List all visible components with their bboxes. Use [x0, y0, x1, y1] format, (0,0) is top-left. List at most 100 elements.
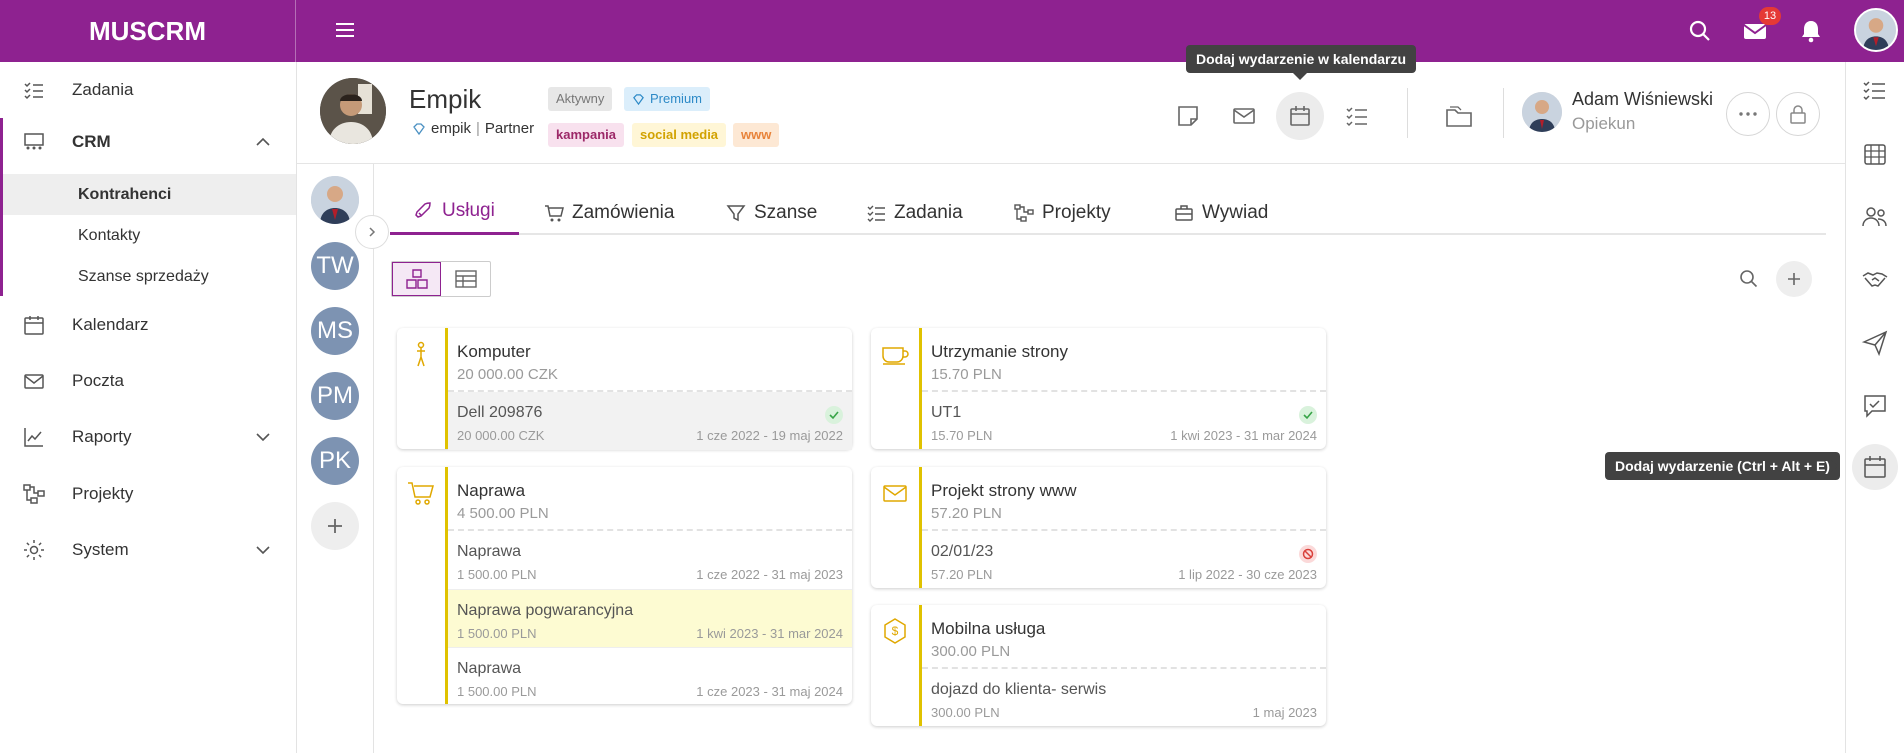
status-badge: Aktywny	[548, 87, 613, 111]
project-tree-icon	[1014, 203, 1034, 222]
search-icon[interactable]	[1738, 268, 1760, 290]
tag-badge[interactable]: www	[733, 123, 780, 147]
sidebar-item-poczta[interactable]: Poczta	[0, 357, 296, 405]
people-icon[interactable]	[1861, 203, 1889, 231]
building-icon[interactable]	[1861, 140, 1889, 168]
item-dates: 1 kwi 2023 - 31 mar 2024	[696, 626, 843, 641]
chevron-down-icon[interactable]	[254, 428, 272, 446]
item-name: dojazd do klienta- serwis	[931, 681, 1107, 698]
documents-button[interactable]	[1435, 92, 1483, 140]
contact-avatar[interactable]: PM	[311, 372, 359, 420]
sidebar-subitem-kontrahenci[interactable]: Kontrahenci	[3, 174, 296, 215]
company-short-name: empik	[431, 120, 472, 137]
chevron-up-icon[interactable]	[254, 133, 272, 151]
tier-badge: Premium	[624, 87, 711, 111]
tooltip: Dodaj wydarzenie w kalendarzu	[1186, 45, 1417, 73]
app-logo[interactable]: MUSCRM	[0, 0, 296, 62]
sidebar-item-projekty[interactable]: Projekty	[0, 470, 296, 518]
service-card[interactable]: Komputer 20 000.00 CZK Dell 209876 20 00…	[397, 328, 852, 450]
top-bar: MUSCRM 13	[0, 0, 1904, 62]
service-title: Projekt strony www	[931, 481, 1077, 500]
item-price: 1 500.00 PLN	[457, 567, 537, 582]
menu-icon[interactable]	[333, 18, 357, 42]
note-button[interactable]	[1164, 92, 1212, 140]
table-view-button[interactable]	[441, 262, 490, 296]
gear-icon	[24, 540, 44, 560]
tab-uslugi[interactable]: Usługi	[390, 190, 519, 235]
service-card[interactable]: Projekt strony www 57.20 PLN 02/01/23 57…	[871, 467, 1326, 588]
lock-button[interactable]	[1776, 92, 1820, 136]
item-name: Dell 209876	[457, 404, 543, 421]
sidebar-item-system[interactable]: System	[0, 526, 296, 574]
sidebar-item-label: Raporty	[72, 427, 132, 446]
add-calendar-event-button[interactable]	[1276, 92, 1324, 140]
service-item[interactable]: Naprawa 1 500.00 PLN 1 cze 2022 - 31 maj…	[448, 531, 852, 589]
add-service-button[interactable]	[1776, 261, 1812, 297]
checklist-icon[interactable]	[1861, 77, 1889, 105]
add-contact-button[interactable]	[311, 502, 359, 550]
send-email-button[interactable]	[1220, 92, 1268, 140]
contact-avatar[interactable]: MS	[311, 307, 359, 355]
checklist-icon	[867, 205, 885, 222]
contacts-column: TW MS PM PK	[297, 164, 374, 753]
service-item[interactable]: Dell 209876 20 000.00 CZK 1 cze 2022 - 1…	[448, 392, 852, 450]
sidebar-item-label: Zadania	[72, 80, 134, 99]
diamond-icon	[633, 93, 644, 105]
add-task-button[interactable]	[1333, 92, 1381, 140]
search-icon[interactable]	[1686, 17, 1714, 45]
service-item[interactable]: 02/01/23 57.20 PLN 1 lip 2022 - 30 cze 2…	[922, 531, 1326, 589]
tiles-view-button[interactable]	[392, 262, 442, 296]
tab-projekty[interactable]: Projekty	[990, 190, 1135, 235]
service-title: Naprawa	[457, 481, 526, 500]
svg-text:$: $	[892, 624, 899, 638]
service-item[interactable]: Naprawa 1 500.00 PLN 1 cze 2023 - 31 maj…	[448, 647, 852, 705]
service-item[interactable]: Naprawa pogwarancyjna 1 500.00 PLN 1 kwi…	[448, 589, 852, 647]
view-toggle	[391, 261, 491, 297]
sidebar-item-crm[interactable]: CRM	[0, 118, 296, 166]
service-card[interactable]: Naprawa 4 500.00 PLN Naprawa 1 500.00 PL…	[397, 467, 852, 704]
tab-bar: Usługi Zamówienia Szanse Zadania Projekt…	[390, 190, 1826, 235]
company-name: Empik	[409, 84, 482, 114]
service-price: 15.70 PLN	[931, 366, 1002, 383]
cart-icon	[408, 482, 434, 505]
sidebar-item-raporty[interactable]: Raporty	[0, 413, 296, 461]
project-tree-icon	[23, 484, 45, 504]
tooltip-arrow	[1293, 73, 1307, 80]
item-dates: 1 kwi 2023 - 31 mar 2024	[1170, 428, 1317, 443]
company-avatar	[320, 78, 386, 144]
contact-avatar[interactable]: PK	[311, 437, 359, 485]
contact-avatar[interactable]	[311, 176, 359, 224]
item-price: 20 000.00 CZK	[457, 428, 545, 443]
tag-badge[interactable]: kampania	[548, 123, 624, 147]
sidebar-item-kalendarz[interactable]: Kalendarz	[0, 301, 296, 349]
service-card[interactable]: $ Mobilna usługa 300.00 PLN dojazd do kl…	[871, 605, 1326, 726]
sidebar-item-label: CRM	[72, 132, 111, 151]
sidebar-item-zadania[interactable]: Zadania	[0, 66, 296, 114]
bell-icon[interactable]	[1797, 17, 1825, 45]
tab-zamowienia[interactable]: Zamówienia	[520, 190, 698, 235]
user-avatar[interactable]	[1854, 8, 1898, 52]
handshake-icon[interactable]	[1861, 266, 1889, 294]
tooltip: Dodaj wydarzenie (Ctrl + Alt + E)	[1605, 452, 1840, 480]
tab-szanse[interactable]: Szanse	[702, 190, 841, 235]
service-item[interactable]: dojazd do klienta- serwis 300.00 PLN 1 m…	[922, 669, 1326, 727]
owner-avatar[interactable]	[1522, 92, 1562, 132]
item-price: 57.20 PLN	[931, 567, 993, 582]
sidebar-subitem-kontakty[interactable]: Kontakty	[3, 215, 296, 256]
tag-badge[interactable]: social media	[632, 123, 727, 147]
contact-avatar[interactable]: TW	[311, 242, 359, 290]
tab-wywiad[interactable]: Wywiad	[1150, 190, 1292, 235]
mail-count-badge: 13	[1759, 7, 1781, 25]
cup-icon	[882, 347, 909, 365]
service-card[interactable]: Utrzymanie strony 15.70 PLN UT1 15.70 PL…	[871, 328, 1326, 449]
tab-zadania[interactable]: Zadania	[842, 190, 987, 235]
comment-check-icon[interactable]	[1861, 392, 1889, 420]
paper-plane-icon[interactable]	[1861, 329, 1889, 357]
expand-contacts-button[interactable]	[355, 215, 389, 249]
sidebar-subitem-szanse[interactable]: Szanse sprzedaży	[3, 256, 296, 297]
chevron-down-icon[interactable]	[254, 541, 272, 559]
right-action-rail	[1845, 62, 1904, 753]
more-options-button[interactable]	[1726, 92, 1770, 136]
plus-icon	[1788, 273, 1800, 285]
service-item[interactable]: UT1 15.70 PLN 1 kwi 2023 - 31 mar 2024	[922, 392, 1326, 450]
